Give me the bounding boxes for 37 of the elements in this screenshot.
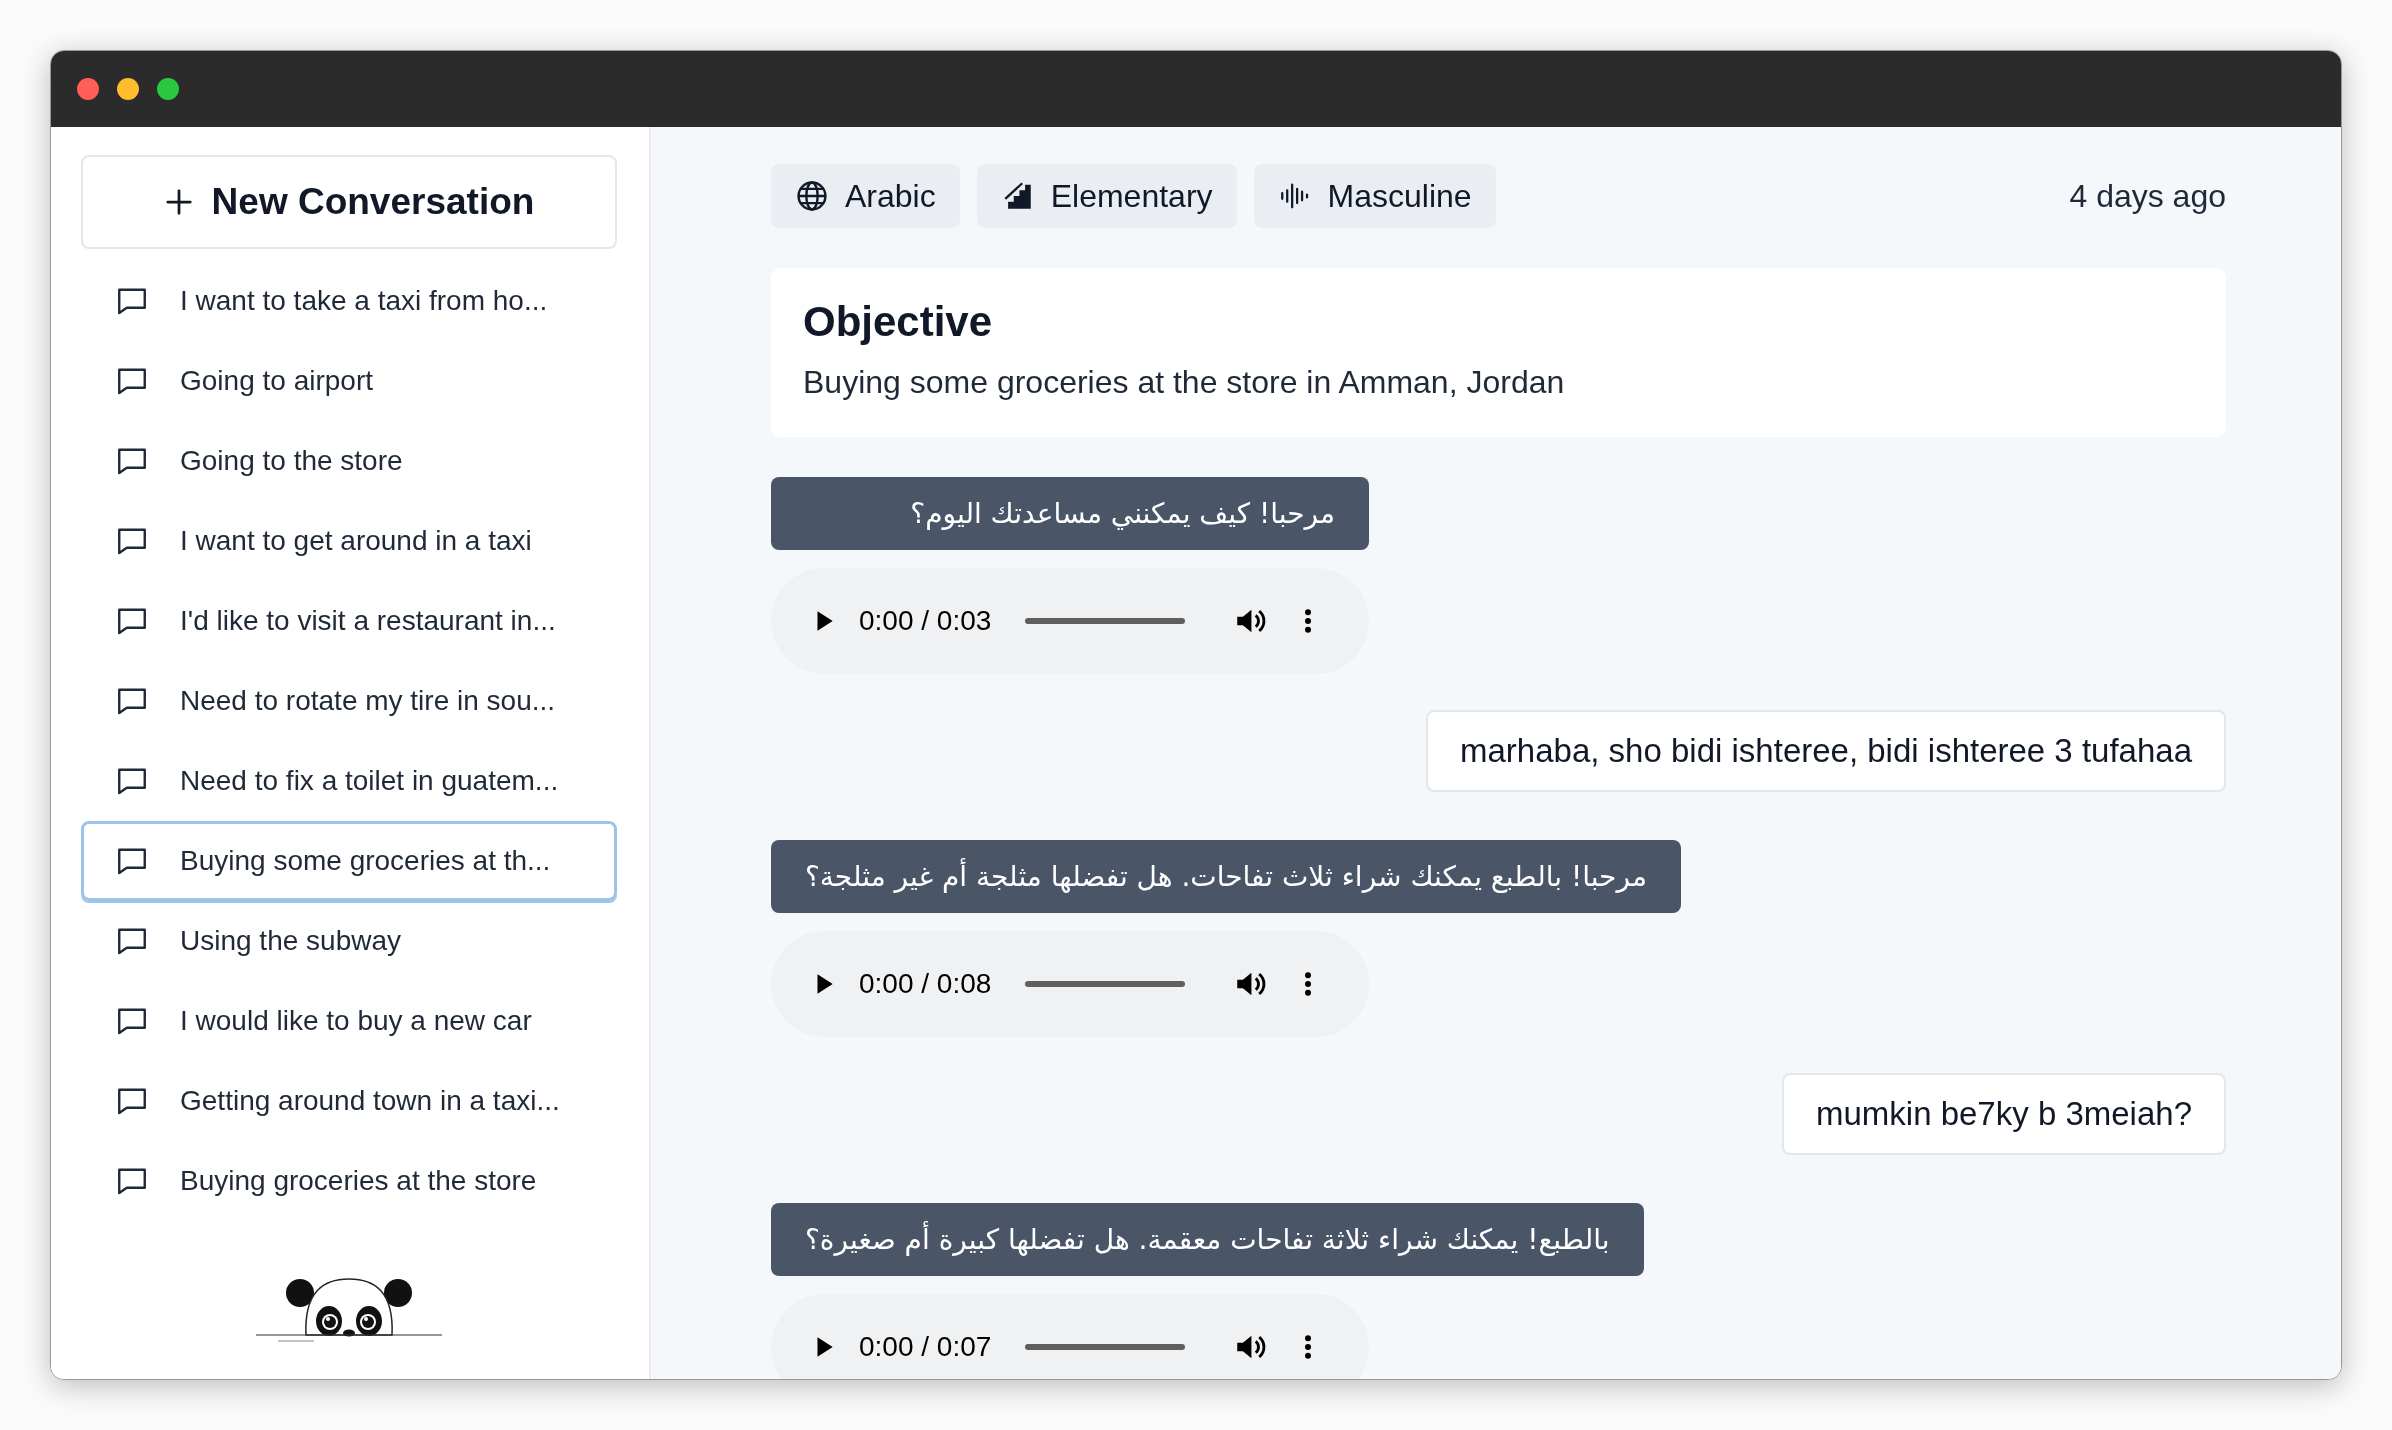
audio-time: 0:00 / 0:03 xyxy=(859,605,992,637)
bot-message: مرحبا! كيف يمكنني مساعدتك اليوم؟ xyxy=(771,477,1369,550)
window-control[interactable] xyxy=(117,78,139,100)
more-options-icon[interactable] xyxy=(1303,969,1314,999)
audio-progress-track[interactable] xyxy=(1025,981,1186,987)
conversation-item[interactable]: Need to fix a toilet in guatem... xyxy=(81,741,617,821)
conversation-item[interactable]: Need to rotate my tire in sou... xyxy=(81,661,617,741)
conversation-item[interactable]: Getting around town in a taxi... xyxy=(81,1061,617,1141)
bot-message: مرحبا! بالطبع يمكنك شراء ثلاث تفاحات. هل تفضلها مثلجة أم غير مثلجة؟ xyxy=(771,840,1681,913)
window-control[interactable] xyxy=(77,78,99,100)
setting-chip: Elementary xyxy=(976,164,1237,228)
timestamp: 4 days ago xyxy=(2069,177,2226,215)
conversation-item[interactable]: Going to the store xyxy=(81,421,617,501)
conversation-item[interactable]: I'd like to visit a restaurant in... xyxy=(81,581,617,661)
more-options-icon[interactable] xyxy=(1303,606,1314,636)
setting-chip: Arabic xyxy=(771,164,960,228)
objective-title: Objective xyxy=(803,298,994,346)
more-options-icon[interactable] xyxy=(1303,1332,1314,1362)
objective-text: Buying some groceries at the store in Amman, Jordan xyxy=(803,364,1566,401)
globe-icon xyxy=(795,179,829,213)
conversation-item[interactable]: Buying some groceries at th... xyxy=(81,821,617,901)
conversation-item[interactable]: I want to get around in a taxi xyxy=(81,501,617,581)
audio-time: 0:00 / 0:07 xyxy=(859,1331,992,1363)
conversation-item[interactable]: Using the subway xyxy=(81,901,617,981)
setting-chip: Masculine xyxy=(1253,164,1496,228)
audio-time: 0:00 / 0:08 xyxy=(859,968,992,1000)
user-message: mumkin be7ky b 3meiah? xyxy=(1781,1073,2226,1155)
user-message: marhaba, sho bidi ishteree, bidi ishteree 3 tufahaa xyxy=(1426,710,2226,792)
conversation-item[interactable]: Buying groceries at the store xyxy=(81,1141,617,1221)
new-conversation-button[interactable]: New Conversation xyxy=(81,155,617,249)
audio-progress-track[interactable] xyxy=(1025,1344,1186,1350)
conversation-item[interactable]: I would like to buy a new car xyxy=(81,981,617,1061)
bot-message: بالطبع! يمكنك شراء ثلاثة تفاحات معقمة. هل تفضلها كبيرة أم صغيرة؟ xyxy=(771,1203,1644,1276)
audio-progress-track[interactable] xyxy=(1025,618,1186,624)
conversation-item[interactable]: I want to take a taxi from ho... xyxy=(81,261,617,341)
window-control[interactable] xyxy=(157,78,179,100)
conversation-item[interactable]: Going to airport xyxy=(81,341,617,421)
